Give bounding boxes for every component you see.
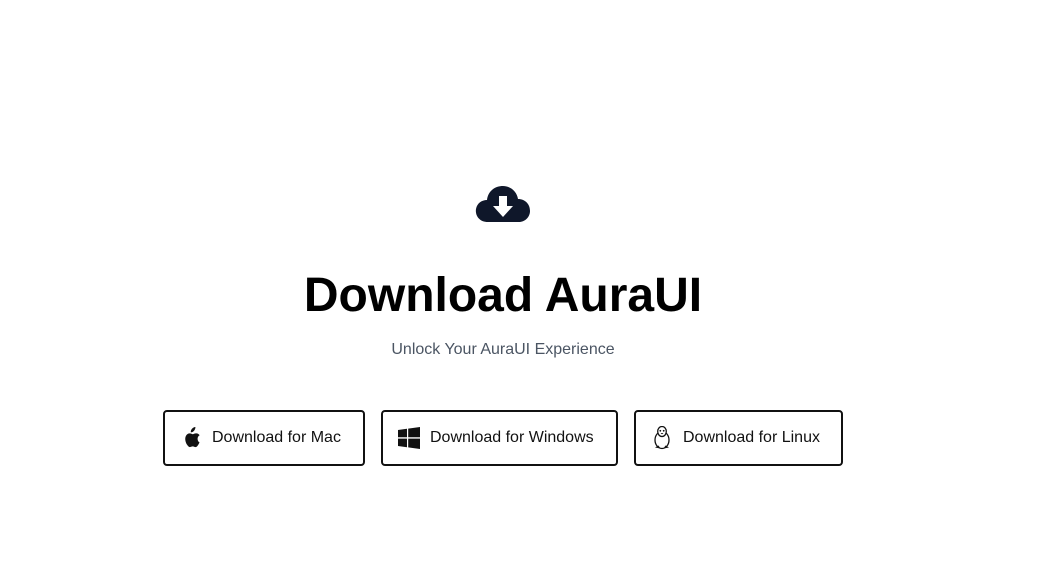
download-windows-label: Download for Windows [430, 429, 594, 446]
linux-icon [650, 426, 674, 450]
download-page: Download AuraUI Unlock Your AuraUI Exper… [0, 0, 1043, 566]
page-title: Download AuraUI [303, 269, 703, 322]
windows-icon [397, 426, 421, 450]
download-windows-button[interactable]: Download for Windows [381, 410, 618, 466]
download-mac-button[interactable]: Download for Mac [163, 410, 365, 466]
download-linux-button[interactable]: Download for Linux [634, 410, 843, 466]
download-linux-label: Download for Linux [683, 429, 820, 446]
cloud-download-icon [475, 186, 530, 222]
apple-icon [179, 426, 203, 450]
download-mac-label: Download for Mac [212, 429, 341, 446]
page-subtitle: Unlock Your AuraUI Experience [391, 341, 615, 358]
